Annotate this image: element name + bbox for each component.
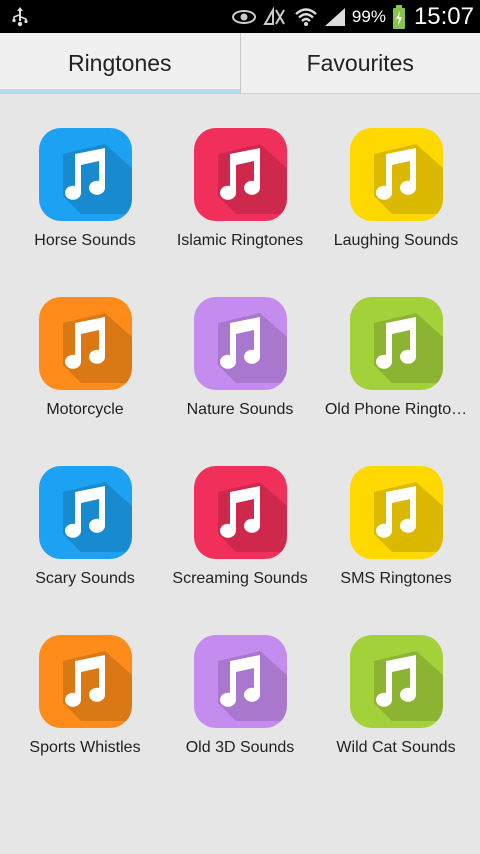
category-tile[interactable]	[194, 128, 287, 221]
category-label: Horse Sounds	[34, 232, 136, 249]
music-note-icon	[194, 635, 287, 728]
category-tile[interactable]	[350, 635, 443, 728]
music-note-icon	[350, 297, 443, 390]
music-note-icon	[194, 466, 287, 559]
clock: 15:07	[413, 2, 474, 30]
usb-icon	[12, 7, 28, 27]
category-item[interactable]: Laughing Sounds	[316, 94, 476, 249]
tab-ringtones[interactable]: Ringtones	[0, 33, 240, 94]
category-label: Scary Sounds	[35, 570, 135, 587]
category-label: Screaming Sounds	[172, 570, 308, 587]
tab-bar: Ringtones Favourites	[0, 33, 480, 94]
category-item[interactable]: Motorcycle	[5, 263, 165, 418]
category-tile[interactable]	[350, 297, 443, 390]
category-label: Islamic Ringtones	[176, 232, 304, 249]
category-item[interactable]: Wild Cat Sounds	[316, 601, 476, 756]
category-item[interactable]: Old Phone Ringto…	[316, 263, 476, 418]
no-signal-nfc-icon	[262, 6, 288, 28]
tab-label: Favourites	[306, 49, 414, 76]
category-item[interactable]: Sports Whistles	[5, 601, 165, 756]
category-label: Sports Whistles	[29, 739, 141, 756]
category-label: Old 3D Sounds	[185, 739, 295, 756]
music-note-icon	[350, 128, 443, 221]
music-note-icon	[39, 635, 132, 728]
category-tile[interactable]	[39, 128, 132, 221]
category-tile[interactable]	[194, 635, 287, 728]
category-label: Motorcycle	[46, 401, 124, 418]
battery-percent: 99%	[351, 6, 386, 26]
tab-label: Ringtones	[67, 49, 172, 76]
category-tile[interactable]	[350, 466, 443, 559]
tab-favourites[interactable]: Favourites	[239, 33, 480, 93]
category-item[interactable]: Old 3D Sounds	[160, 601, 320, 756]
music-note-icon	[39, 466, 132, 559]
music-note-icon	[350, 466, 443, 559]
category-tile[interactable]	[194, 297, 287, 390]
signal-icon	[324, 6, 346, 28]
category-item[interactable]: Nature Sounds	[160, 263, 320, 418]
category-tile[interactable]	[194, 466, 287, 559]
battery-charging-icon	[392, 4, 406, 29]
status-bar: 99% 15:07	[0, 0, 480, 33]
wifi-icon	[294, 6, 318, 28]
category-tile[interactable]	[39, 635, 132, 728]
music-note-icon	[194, 297, 287, 390]
music-note-icon	[194, 128, 287, 221]
category-label: Old Phone Ringto…	[324, 401, 468, 418]
category-item[interactable]: Scary Sounds	[5, 432, 165, 587]
category-item[interactable]: Islamic Ringtones	[160, 94, 320, 249]
category-item[interactable]: Screaming Sounds	[160, 432, 320, 587]
category-tile[interactable]	[39, 466, 132, 559]
category-item[interactable]: SMS Ringtones	[316, 432, 476, 587]
music-note-icon	[39, 128, 132, 221]
category-label: Laughing Sounds	[333, 232, 459, 249]
eye-icon	[231, 6, 256, 28]
category-label: Wild Cat Sounds	[336, 739, 456, 756]
category-tile[interactable]	[39, 297, 132, 390]
category-label: SMS Ringtones	[340, 570, 452, 587]
category-item[interactable]: Horse Sounds	[5, 94, 165, 249]
category-tile[interactable]	[350, 128, 443, 221]
music-note-icon	[350, 635, 443, 728]
music-note-icon	[39, 297, 132, 390]
category-label: Nature Sounds	[186, 401, 294, 418]
